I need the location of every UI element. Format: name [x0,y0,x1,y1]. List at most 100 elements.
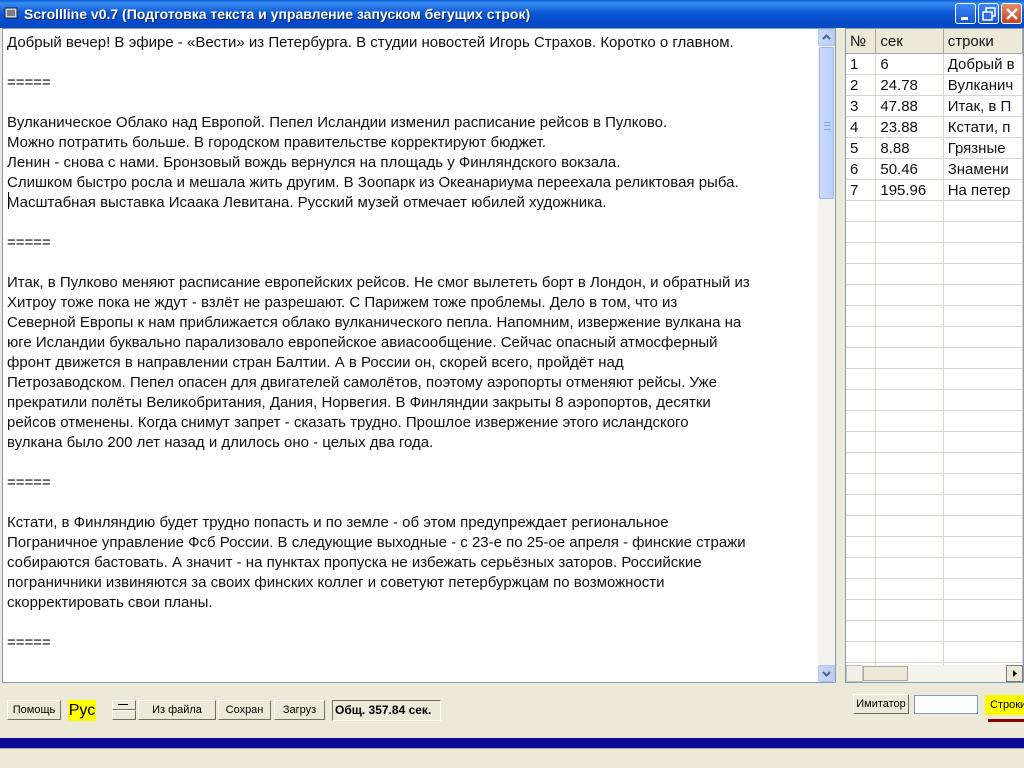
cell-seconds[interactable]: 6 [875,53,944,75]
column-header-lines[interactable]: строки [943,29,1023,54]
table-row[interactable]: 6 50.46 Знамени [846,158,1023,180]
cell-number[interactable]: 2 [846,74,877,96]
cell-lines[interactable]: Итак, в П [943,95,1023,117]
cell-number[interactable]: 3 [846,95,877,117]
spinner-down-button[interactable] [112,710,136,720]
cell-number[interactable] [846,410,877,432]
cell-seconds[interactable] [875,368,944,390]
cell-lines[interactable] [943,410,1023,432]
scroll-right-button[interactable] [1006,665,1023,682]
cell-number[interactable] [846,368,877,390]
cell-number[interactable] [846,557,877,579]
cell-seconds[interactable] [875,473,944,495]
cell-lines[interactable] [943,452,1023,474]
cell-lines[interactable]: Вулканич [943,74,1023,96]
cell-seconds[interactable] [875,515,944,537]
language-indicator[interactable]: Рус [68,700,96,721]
maximize-button[interactable] [978,3,999,24]
cell-seconds[interactable] [875,641,944,663]
cell-lines[interactable] [943,620,1023,642]
table-row[interactable] [846,221,1023,243]
cell-number[interactable]: 4 [846,116,877,138]
scroll-thumb[interactable] [863,666,908,681]
cell-number[interactable] [846,578,877,600]
cell-number[interactable] [846,326,877,348]
cell-number[interactable] [846,263,877,285]
table-row[interactable] [846,599,1023,621]
cell-seconds[interactable] [875,389,944,411]
cell-seconds[interactable]: 50.46 [875,158,944,180]
cell-seconds[interactable] [875,242,944,264]
table-row[interactable]: 2 24.78 Вулканич [846,74,1023,96]
table-row[interactable] [846,431,1023,453]
imitator-input[interactable] [914,695,978,714]
cell-number[interactable] [846,452,877,474]
cell-seconds[interactable] [875,263,944,285]
close-button[interactable] [1001,3,1022,24]
cell-lines[interactable] [943,200,1023,222]
cell-number[interactable] [846,473,877,495]
cell-lines[interactable]: Грязные [943,137,1023,159]
spinner-up-button[interactable] [112,700,136,710]
table-row[interactable] [846,641,1023,663]
cell-seconds[interactable]: 24.78 [875,74,944,96]
cell-lines[interactable] [943,326,1023,348]
save-button[interactable]: Сохран [218,700,271,720]
table-row[interactable] [846,368,1023,390]
table-row[interactable] [846,557,1023,579]
scroll-thumb[interactable] [819,47,834,199]
cell-seconds[interactable] [875,557,944,579]
cell-number[interactable] [846,242,877,264]
cell-seconds[interactable] [875,431,944,453]
table-row[interactable] [846,578,1023,600]
cell-lines[interactable]: На петер [943,179,1023,201]
table-row[interactable] [846,389,1023,411]
cell-seconds[interactable] [875,578,944,600]
cell-lines[interactable]: Кстати, п [943,116,1023,138]
cell-lines[interactable] [943,578,1023,600]
cell-number[interactable] [846,347,877,369]
cell-seconds[interactable] [875,284,944,306]
cell-lines[interactable] [943,284,1023,306]
table-row[interactable] [846,326,1023,348]
cell-seconds[interactable] [875,620,944,642]
scroll-down-button[interactable] [818,665,835,682]
cell-seconds[interactable] [875,326,944,348]
cell-lines[interactable] [943,641,1023,663]
cell-number[interactable]: 5 [846,137,877,159]
table-row[interactable] [846,305,1023,327]
cell-seconds[interactable] [875,452,944,474]
cell-seconds[interactable]: 8.88 [875,137,944,159]
cell-lines[interactable] [943,263,1023,285]
cell-lines[interactable] [943,347,1023,369]
editor-vertical-scrollbar[interactable] [818,29,835,682]
cell-number[interactable] [846,536,877,558]
scroll-up-button[interactable] [818,29,835,46]
text-editor[interactable]: Добрый вечер! В эфире - «Вести» из Петер… [2,28,836,683]
help-button[interactable]: Помощь [7,700,61,720]
lines-button[interactable]: Строки [985,695,1024,715]
cell-number[interactable] [846,284,877,306]
cell-number[interactable] [846,431,877,453]
cell-lines[interactable]: Знамени [943,158,1023,180]
cell-lines[interactable] [943,473,1023,495]
speed-spinner[interactable] [112,700,136,720]
cell-number[interactable] [846,641,877,663]
cell-number[interactable] [846,221,877,243]
cell-seconds[interactable]: 47.88 [875,95,944,117]
grid-horizontal-scrollbar[interactable] [846,665,1023,682]
lines-grid[interactable]: № сек строки 1 6 Добрый в 2 24.78 Вулканич 3 47… [845,28,1024,683]
column-header-seconds[interactable]: сек [875,29,944,54]
table-row[interactable]: 3 47.88 Итак, в П [846,95,1023,117]
cell-seconds[interactable]: 23.88 [875,116,944,138]
cell-number[interactable] [846,494,877,516]
cell-lines[interactable] [943,242,1023,264]
cell-seconds[interactable] [875,410,944,432]
table-row[interactable] [846,284,1023,306]
cell-lines[interactable] [943,515,1023,537]
imitator-button[interactable]: Имитатор [853,694,909,714]
cell-seconds[interactable] [875,305,944,327]
cell-number[interactable] [846,305,877,327]
table-row[interactable] [846,347,1023,369]
cell-number[interactable] [846,620,877,642]
